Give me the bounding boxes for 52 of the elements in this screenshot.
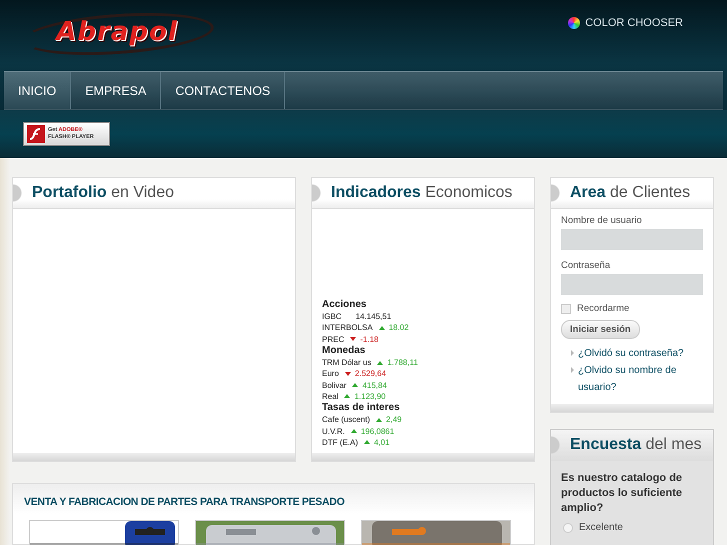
password-field[interactable]: [561, 274, 703, 295]
up-triangle-icon: [376, 418, 382, 422]
group-heading: Tasas de interes: [322, 402, 401, 414]
group-heading: Monedas: [322, 344, 366, 357]
indicator-name: Real: [322, 392, 338, 401]
section-title: VENTA Y FABRICACION DE PARTES PARA TRANSPORTE PESADO: [24, 496, 346, 508]
indicator-name: DTF (E.A): [322, 438, 358, 447]
indicator-value: 18.02: [388, 323, 409, 332]
indicator-name: IGBC: [322, 312, 342, 322]
color-chooser[interactable]: COLOR CHOOSER: [568, 17, 683, 29]
field-label: Contraseña: [561, 260, 612, 271]
link[interactable]: ¿Olvido su nombre de usuario?: [578, 362, 703, 396]
indicator-name: Cafe (uscent): [322, 415, 370, 424]
poll-question: Es nuestro catalogo de productos lo suficiente amplio?: [560, 471, 684, 516]
up-triangle-icon: [350, 429, 357, 434]
down-triangle-icon: [344, 372, 351, 376]
checkbox[interactable]: [561, 304, 571, 314]
indicator-value: 1.788,11: [387, 358, 418, 368]
bullet-icon: [571, 350, 574, 356]
nav-tab[interactable]: INICIO: [4, 72, 72, 109]
indicator-value: 2,49: [386, 415, 402, 424]
bullet-icon: [571, 367, 574, 373]
indicator-name: INTERBOLSA: [322, 323, 373, 332]
indicator-value: 4,01: [374, 438, 390, 447]
option-label: Excelente: [579, 522, 623, 533]
indicator-name: Euro: [322, 369, 339, 378]
indicator-value: 2.529,64: [354, 369, 386, 378]
panel-title: Encuesta del mes: [551, 430, 713, 461]
flash-icon: [27, 125, 45, 143]
color-wheel-icon: [568, 17, 580, 29]
indicator-value: 196,0861: [360, 426, 394, 436]
up-triangle-icon: [377, 360, 384, 365]
radio-button[interactable]: [563, 522, 573, 532]
indicator-name: PREC: [322, 334, 344, 344]
up-triangle-icon: [364, 440, 370, 444]
indicator-value: -1.18: [360, 334, 378, 344]
link[interactable]: ¿Olvidó su contraseña?: [578, 345, 684, 362]
checkbox-label: Recordarme: [577, 303, 630, 314]
indicator-name: U.V.R.: [322, 426, 345, 436]
login-button[interactable]: Iniciar sesión: [561, 320, 640, 339]
indicator-name: Bolivar: [322, 380, 346, 390]
username-field[interactable]: [561, 229, 703, 250]
down-triangle-icon: [350, 337, 356, 342]
nav-tab[interactable]: EMPRESA: [71, 72, 162, 109]
indicator-value: 14.145,51: [356, 312, 392, 322]
field-label: Nombre de usuario: [561, 215, 643, 226]
nav-tab[interactable]: CONTACTENOS: [161, 72, 286, 109]
indicator-value: 1.123,90: [354, 392, 386, 401]
up-triangle-icon: [378, 326, 385, 330]
group-heading: Acciones: [322, 299, 368, 311]
indicator-name: TRM Dólar us: [322, 358, 372, 368]
indicator-value: 415,84: [362, 380, 387, 390]
